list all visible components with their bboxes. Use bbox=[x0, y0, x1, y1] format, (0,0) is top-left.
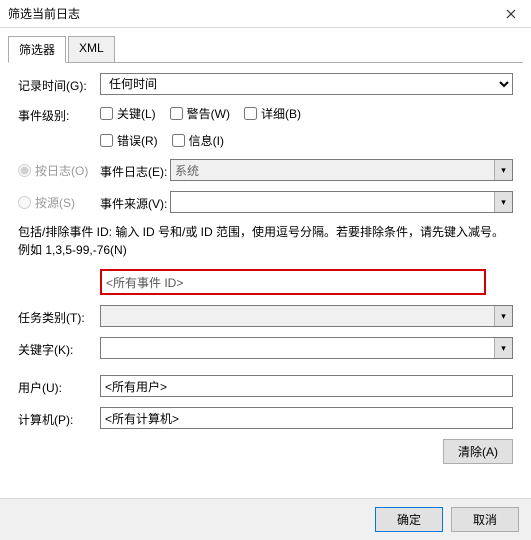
label-event-log: 事件日志(E): bbox=[100, 161, 170, 180]
combo-event-source[interactable]: ▾ bbox=[170, 191, 513, 213]
combo-task-category: ▾ bbox=[100, 305, 513, 327]
chevron-down-icon[interactable]: ▾ bbox=[494, 192, 512, 212]
titlebar: 筛选当前日志 bbox=[0, 0, 531, 28]
radio-by-source[interactable]: 按源(S) bbox=[18, 194, 75, 211]
check-critical[interactable]: 关键(L) bbox=[100, 105, 156, 122]
combo-keywords[interactable]: ▾ bbox=[100, 337, 513, 359]
input-event-ids[interactable] bbox=[102, 271, 484, 293]
label-keywords: 关键字(K): bbox=[18, 339, 100, 358]
input-user[interactable] bbox=[100, 375, 513, 397]
tab-filter[interactable]: 筛选器 bbox=[8, 36, 66, 63]
window-title: 筛选当前日志 bbox=[8, 5, 80, 22]
ok-button[interactable]: 确定 bbox=[375, 507, 443, 532]
check-error[interactable]: 错误(R) bbox=[100, 132, 158, 149]
combo-event-log: ▾ bbox=[170, 159, 513, 181]
chevron-down-icon[interactable]: ▾ bbox=[494, 338, 512, 358]
event-level-group: 关键(L) 警告(W) 详细(B) bbox=[100, 105, 513, 122]
label-event-source: 事件来源(V): bbox=[100, 193, 170, 212]
input-event-log bbox=[171, 160, 494, 180]
label-user: 用户(U): bbox=[18, 377, 100, 396]
label-log-time: 记录时间(G): bbox=[18, 75, 100, 94]
label-computer: 计算机(P): bbox=[18, 409, 100, 428]
event-id-help: 包括/排除事件 ID: 输入 ID 号和/或 ID 范围，使用逗号分隔。若要排除… bbox=[18, 223, 513, 259]
close-icon bbox=[506, 9, 516, 19]
input-keywords[interactable] bbox=[101, 338, 494, 358]
close-button[interactable] bbox=[491, 0, 531, 28]
tab-xml[interactable]: XML bbox=[68, 36, 115, 62]
input-task-category bbox=[101, 306, 494, 326]
label-task-category: 任务类别(T): bbox=[18, 307, 100, 326]
tab-bar: 筛选器 XML bbox=[8, 36, 523, 63]
input-computer[interactable] bbox=[100, 407, 513, 429]
chevron-down-icon: ▾ bbox=[494, 306, 512, 326]
select-log-time[interactable]: 任何时间 bbox=[100, 73, 513, 95]
cancel-button[interactable]: 取消 bbox=[451, 507, 519, 532]
label-event-level: 事件级别: bbox=[18, 105, 100, 124]
input-event-source[interactable] bbox=[171, 192, 494, 212]
dialog-footer: 确定 取消 bbox=[0, 498, 531, 540]
event-level-group-2: 错误(R) 信息(I) bbox=[100, 132, 513, 149]
chevron-down-icon: ▾ bbox=[494, 160, 512, 180]
filter-panel: 记录时间(G): 任何时间 事件级别: 关键(L) 警告(W) 详细(B) 错误… bbox=[0, 63, 531, 474]
radio-by-log[interactable]: 按日志(O) bbox=[18, 162, 88, 179]
check-info[interactable]: 信息(I) bbox=[172, 132, 224, 149]
check-verbose[interactable]: 详细(B) bbox=[244, 105, 301, 122]
clear-button[interactable]: 清除(A) bbox=[443, 439, 513, 464]
event-id-highlight bbox=[100, 269, 486, 295]
check-warning[interactable]: 警告(W) bbox=[170, 105, 230, 122]
